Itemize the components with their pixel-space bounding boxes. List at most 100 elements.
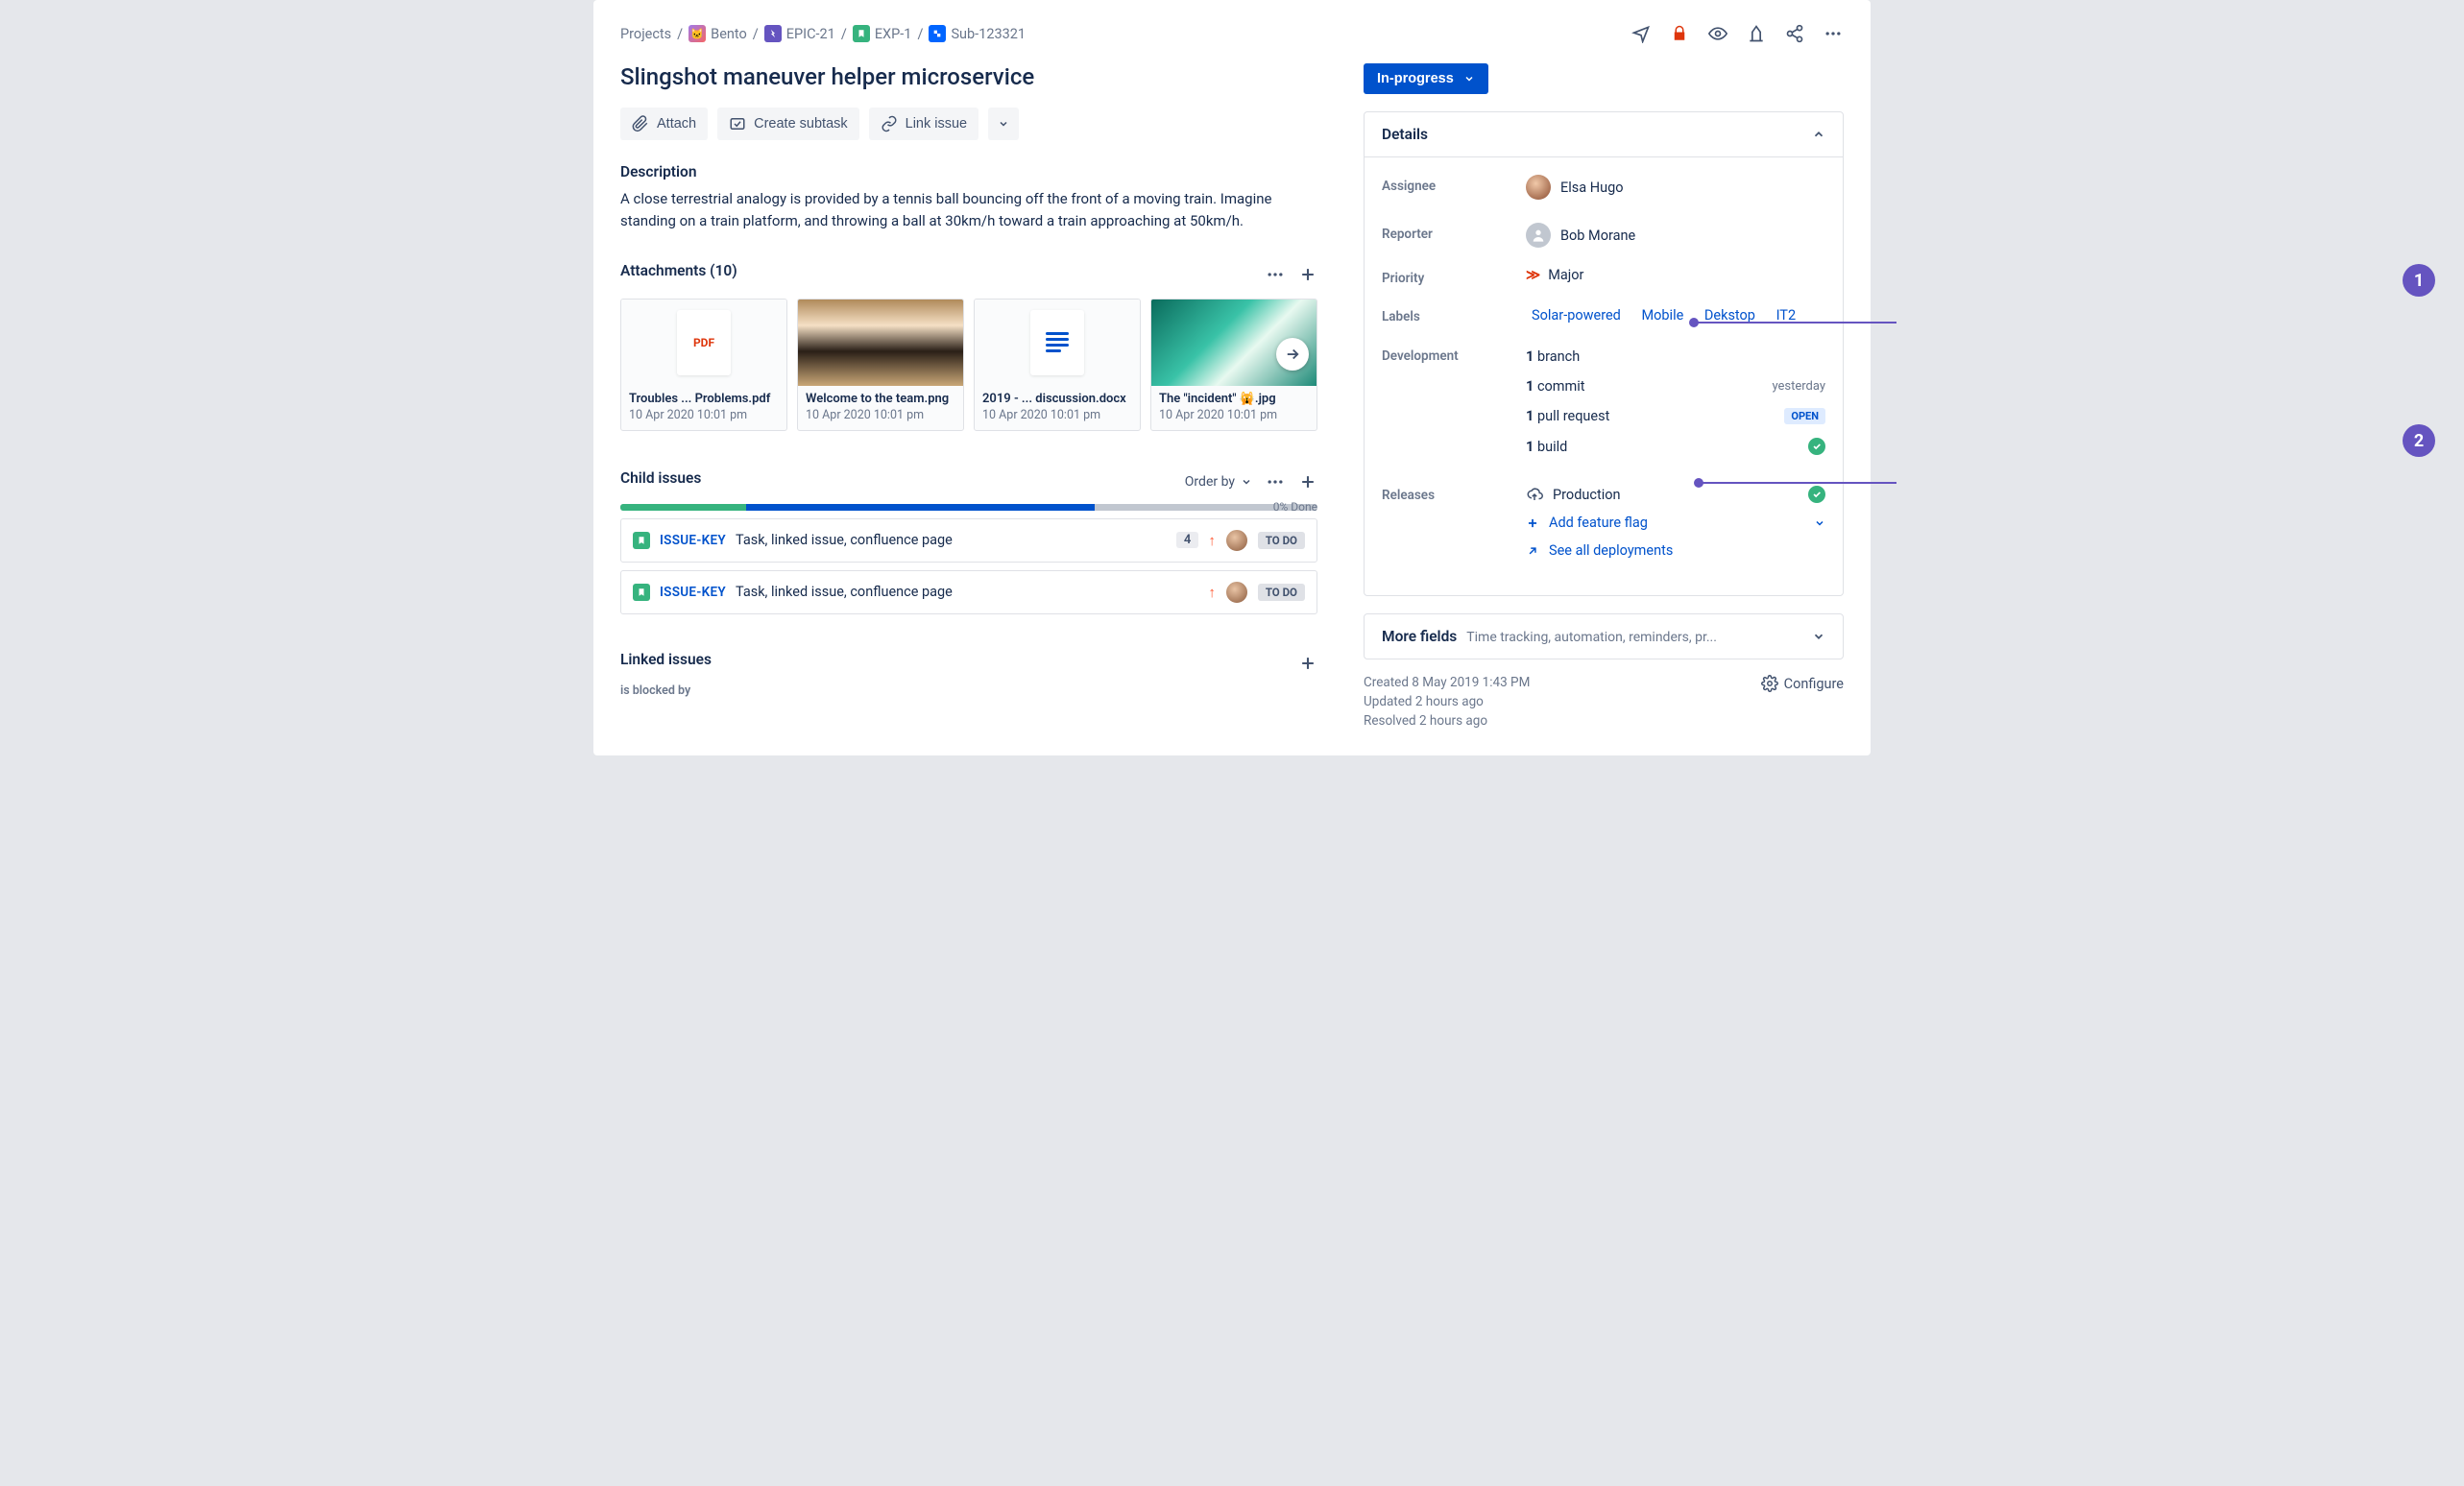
child-issues-heading: Child issues — [620, 469, 701, 487]
order-by-dropdown[interactable]: Order by — [1185, 474, 1252, 490]
crumb-projects[interactable]: Projects — [620, 26, 671, 42]
doc-icon — [1030, 310, 1084, 375]
attachment-card[interactable]: 2019 - ... discussion.docx10 Apr 2020 10… — [974, 299, 1141, 431]
breadcrumb: Projects / 🐱Bento / EPIC-21 / EXP-1 / Su… — [620, 25, 1026, 42]
issue-key[interactable]: ISSUE-KEY — [660, 585, 726, 600]
dev-pr-row[interactable]: 1 pull requestOPEN — [1526, 404, 1825, 434]
lock-icon[interactable] — [1669, 23, 1690, 44]
link-issue-more-button[interactable] — [988, 108, 1019, 140]
plus-icon — [1526, 516, 1539, 530]
issue-title[interactable]: Slingshot maneuver helper microservice — [620, 63, 1317, 90]
priority-major-icon: ≫ — [1526, 267, 1540, 283]
issue-key[interactable]: ISSUE-KEY — [660, 533, 726, 548]
project-icon: 🐱 — [688, 25, 706, 42]
story-icon — [633, 532, 650, 549]
pr-open-badge: OPEN — [1784, 408, 1825, 424]
attachments-heading: Attachments (10) — [620, 262, 737, 279]
dev-commit-row[interactable]: 1 commityesterday — [1526, 374, 1825, 404]
check-icon — [1808, 438, 1825, 455]
assignee-label: Assignee — [1382, 175, 1526, 194]
labels-label: Labels — [1382, 305, 1526, 324]
linked-add-icon[interactable] — [1298, 654, 1317, 673]
story-icon — [633, 584, 650, 601]
callout-badge-1: 1 — [2403, 264, 2435, 297]
link-icon — [881, 115, 898, 132]
callout-line-2 — [1700, 482, 1896, 484]
priority-value[interactable]: ≫Major — [1526, 267, 1583, 283]
watch-icon[interactable] — [1707, 23, 1728, 44]
attachments-more-icon[interactable] — [1266, 265, 1285, 284]
assignee-value[interactable]: Elsa Hugo — [1526, 175, 1623, 200]
reporter-value[interactable]: Bob Morane — [1526, 223, 1635, 248]
story-icon — [853, 25, 870, 42]
priority-high-icon: ↑ — [1208, 532, 1216, 549]
crumb-exp[interactable]: EXP-1 — [853, 25, 912, 42]
chevron-down-icon — [1463, 73, 1475, 84]
share-icon[interactable] — [1784, 23, 1805, 44]
configure-button[interactable]: Configure — [1761, 675, 1844, 692]
cloud-upload-icon — [1526, 486, 1543, 503]
callout-badge-2: 2 — [2403, 424, 2435, 457]
external-link-icon — [1526, 544, 1539, 558]
description-body[interactable]: A close terrestrial analogy is provided … — [620, 188, 1312, 233]
crumb-project[interactable]: 🐱Bento — [688, 25, 747, 42]
add-feature-flag[interactable]: Add feature flag — [1526, 513, 1825, 540]
release-env-row[interactable]: Production — [1526, 484, 1825, 513]
check-icon — [1808, 486, 1825, 503]
status-lozenge[interactable]: TO DO — [1258, 532, 1305, 549]
development-label: Development — [1382, 345, 1526, 364]
details-panel-header[interactable]: Details — [1365, 112, 1843, 157]
releases-label: Releases — [1382, 484, 1526, 503]
assignee-avatar[interactable] — [1225, 581, 1248, 604]
vote-icon[interactable] — [1746, 23, 1767, 44]
assignee-avatar[interactable] — [1225, 529, 1248, 552]
create-subtask-button[interactable]: Create subtask — [717, 108, 859, 140]
chevron-down-icon — [1814, 517, 1825, 529]
more-actions-icon[interactable] — [1823, 23, 1844, 44]
resolved-timestamp: Resolved 2 hours ago — [1364, 713, 1530, 729]
updated-timestamp: Updated 2 hours ago — [1364, 694, 1530, 709]
avatar — [1526, 175, 1551, 200]
feedback-icon[interactable] — [1631, 23, 1652, 44]
link-issue-button[interactable]: Link issue — [869, 108, 978, 140]
child-add-icon[interactable] — [1298, 472, 1317, 491]
label-tag[interactable]: Solar-powered — [1526, 305, 1627, 325]
more-fields-panel-header[interactable]: More fieldsTime tracking, automation, re… — [1365, 614, 1843, 659]
subtask-icon — [729, 115, 746, 132]
attachment-card[interactable]: Welcome to the team.png10 Apr 2020 10:01… — [797, 299, 964, 431]
image-thumb — [798, 300, 963, 386]
child-more-icon[interactable] — [1266, 472, 1285, 491]
status-lozenge[interactable]: TO DO — [1258, 584, 1305, 601]
subtask-icon — [929, 25, 946, 42]
see-all-deployments[interactable]: See all deployments — [1526, 540, 1825, 568]
attachment-card[interactable]: The "incident" 🙀.jpg10 Apr 2020 10:01 pm — [1150, 299, 1317, 431]
chevron-down-icon — [998, 118, 1009, 130]
linked-issues-heading: Linked issues — [620, 651, 712, 668]
dev-build-row[interactable]: 1 build — [1526, 434, 1825, 465]
attachments-grid: PDF Troubles ... Problems.pdf10 Apr 2020… — [620, 299, 1317, 431]
issue-count-badge: 4 — [1176, 532, 1198, 548]
chevron-down-icon — [1812, 630, 1825, 643]
crumb-epic[interactable]: EPIC-21 — [764, 25, 835, 42]
child-progress-bar — [620, 504, 1317, 511]
attach-button[interactable]: Attach — [620, 108, 708, 140]
priority-high-icon: ↑ — [1208, 584, 1216, 601]
child-progress-label: 0% Done — [1273, 500, 1317, 514]
avatar-placeholder-icon — [1526, 223, 1551, 248]
child-issue-row[interactable]: ISSUE-KEY Task, linked issue, confluence… — [620, 570, 1317, 614]
callout-line-1 — [1695, 322, 1896, 324]
child-issue-row[interactable]: ISSUE-KEY Task, linked issue, confluence… — [620, 518, 1317, 563]
description-heading: Description — [620, 163, 1317, 180]
crumb-sub[interactable]: Sub-123321 — [929, 25, 1026, 42]
reporter-label: Reporter — [1382, 223, 1526, 242]
paperclip-icon — [632, 115, 649, 132]
status-dropdown[interactable]: In-progress — [1364, 63, 1488, 94]
chevron-down-icon — [1241, 476, 1252, 488]
label-tag[interactable]: Mobile — [1635, 305, 1689, 325]
attachments-next-button[interactable] — [1276, 338, 1309, 371]
attachment-card[interactable]: PDF Troubles ... Problems.pdf10 Apr 2020… — [620, 299, 787, 431]
dev-branch-row[interactable]: 1 branch — [1526, 345, 1825, 374]
pdf-icon: PDF — [677, 310, 731, 375]
created-timestamp: Created 8 May 2019 1:43 PM — [1364, 675, 1530, 690]
attachments-add-icon[interactable] — [1298, 265, 1317, 284]
